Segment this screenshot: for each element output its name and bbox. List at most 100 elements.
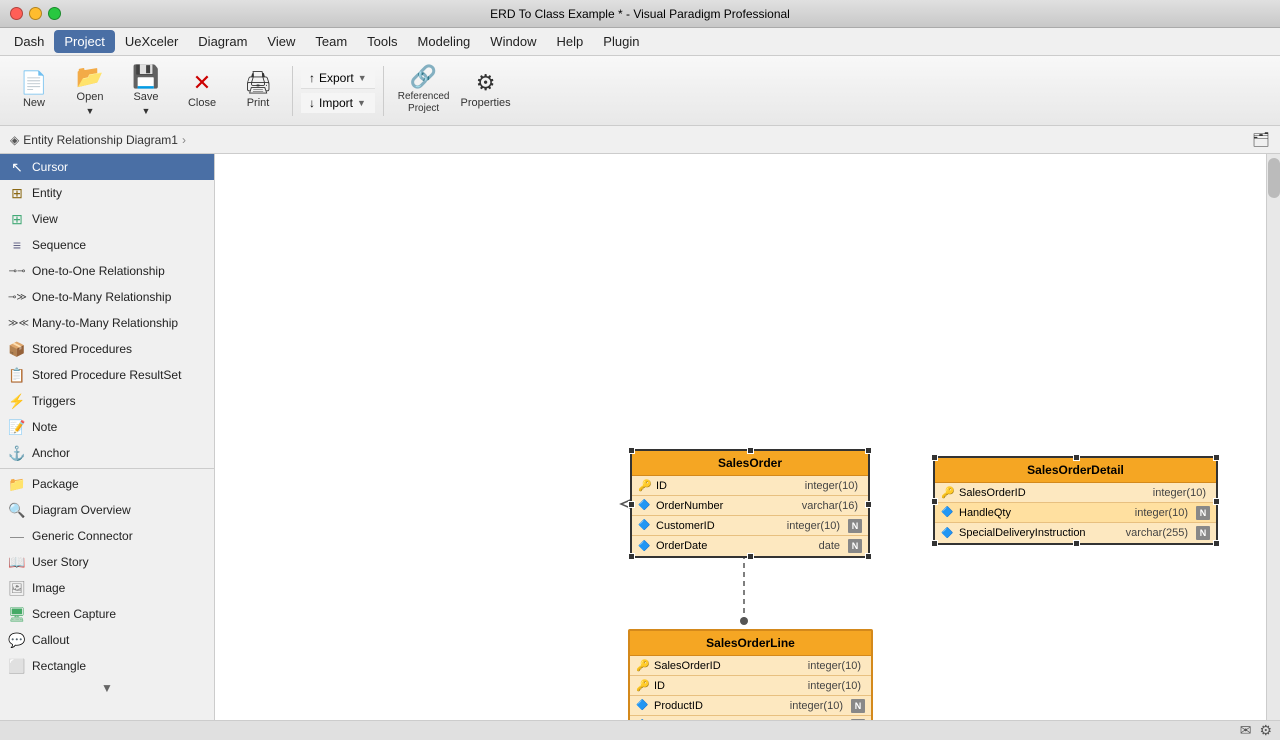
sidebar-item-callout[interactable]: 💬 Callout (0, 627, 214, 653)
open-dropdown-arrow: ▼ (86, 106, 95, 116)
sidebar-item-one-to-one[interactable]: ⊸⊸ One-to-One Relationship (0, 258, 214, 284)
cursor-icon: ↖ (8, 159, 26, 176)
sidebar-item-package[interactable]: 📁 Package (0, 471, 214, 497)
rectangle-icon: ⬜ (8, 658, 26, 675)
statusbar: ✉ ⚙ (0, 720, 1280, 740)
entity-row-sod-id[interactable]: 🔑 SalesOrderID integer(10) (935, 483, 1216, 503)
canvas-scrollbar[interactable] (1266, 154, 1280, 720)
import-button[interactable]: ↓ Import ▼ (301, 93, 375, 113)
entity-row-so-id[interactable]: 🔑 ID integer(10) (632, 476, 868, 496)
open-icon: 📂 (76, 66, 103, 88)
menu-dash[interactable]: Dash (4, 30, 54, 53)
sidebar-item-triggers[interactable]: ⚡ Triggers (0, 388, 214, 414)
sidebar-item-view[interactable]: ⊞ View (0, 206, 214, 232)
menu-view[interactable]: View (257, 30, 305, 53)
entity-row-sol-productid[interactable]: 🔷 ProductID integer(10) N (630, 696, 871, 716)
one-to-one-icon: ⊸⊸ (8, 266, 26, 277)
breadcrumb-separator: › (182, 133, 186, 147)
open-button[interactable]: 📂 Open ▼ (64, 61, 116, 121)
new-button[interactable]: 📄 New (8, 61, 60, 121)
save-icon: 💾 (132, 66, 159, 88)
entity-row-sod-handleqty[interactable]: 🔷 HandleQty integer(10) N (935, 503, 1216, 523)
entity-sales-order[interactable]: SalesOrder 🔑 ID integer(10) 🔷 OrderNumbe… (630, 449, 870, 558)
entity-sales-order-detail[interactable]: SalesOrderDetail 🔑 SalesOrderID integer(… (933, 456, 1218, 545)
handle-sod-tl (931, 454, 938, 461)
sidebar-item-generic-connector[interactable]: — Generic Connector (0, 523, 214, 549)
export-button[interactable]: ↑ Export ▼ (301, 68, 375, 89)
note-icon: 📝 (8, 419, 26, 436)
export-arrow-icon: ▼ (358, 73, 367, 83)
menu-tools[interactable]: Tools (357, 30, 407, 53)
menubar: Dash Project UeXceler Diagram View Team … (0, 28, 1280, 56)
menu-modeling[interactable]: Modeling (408, 30, 481, 53)
maximize-window-button[interactable] (48, 7, 61, 20)
save-dropdown-arrow: ▼ (142, 106, 151, 116)
sidebar-item-stored-procs[interactable]: 📦 Stored Procedures (0, 336, 214, 362)
entity-header-sales-order: SalesOrder (632, 451, 868, 476)
handle-mr (865, 501, 872, 508)
sidebar-item-one-to-many[interactable]: ⊸≫ One-to-Many Relationship (0, 284, 214, 310)
entity-row-so-ordernumber[interactable]: 🔷 OrderNumber varchar(16) (632, 496, 868, 516)
print-button[interactable]: 🖨 Print (232, 61, 284, 121)
menu-diagram[interactable]: Diagram (188, 30, 257, 53)
callout-icon: 💬 (8, 632, 26, 649)
sidebar-item-screen-capture[interactable]: 🖥 Screen Capture (0, 601, 214, 627)
sidebar-scroll-down[interactable]: ▼ (0, 679, 214, 697)
handle-sod-ml (931, 498, 938, 505)
menu-plugin[interactable]: Plugin (593, 30, 649, 53)
stored-proc-result-icon: 📋 (8, 367, 26, 384)
handle-sod-bm (1073, 540, 1080, 547)
sidebar-item-entity[interactable]: ⊞ Entity (0, 180, 214, 206)
sidebar-item-anchor[interactable]: ⚓ Anchor (0, 440, 214, 466)
menu-uexceler[interactable]: UeXceler (115, 30, 188, 53)
sidebar-item-rectangle[interactable]: ⬜ Rectangle (0, 653, 214, 679)
null-badge-sol-productid: N (851, 699, 865, 713)
sidebar-item-many-to-many[interactable]: ≫≪ Many-to-Many Relationship (0, 310, 214, 336)
package-icon: 📁 (8, 476, 26, 493)
canvas[interactable]: SalesOrder 🔑 ID integer(10) 🔷 OrderNumbe… (215, 154, 1280, 720)
minimize-window-button[interactable] (29, 7, 42, 20)
save-button[interactable]: 💾 Save ▼ (120, 61, 172, 121)
sidebar-item-note[interactable]: 📝 Note (0, 414, 214, 440)
referenced-project-button[interactable]: 🔗 ReferencedProject (392, 61, 456, 121)
handle-bm (747, 553, 754, 560)
handle-tm (747, 447, 754, 454)
settings-icon[interactable]: ⚙ (1259, 722, 1272, 739)
sidebar-item-cursor[interactable]: ↖ Cursor (0, 154, 214, 180)
entity-row-so-customerid[interactable]: 🔷 CustomerID integer(10) N (632, 516, 868, 536)
field-icon-sod-2: 🔷 (941, 528, 955, 539)
menu-project[interactable]: Project (54, 30, 114, 53)
sidebar-item-stored-proc-result[interactable]: 📋 Stored Procedure ResultSet (0, 362, 214, 388)
toolbar-separator-1 (292, 66, 293, 116)
close-button[interactable]: ✕ Close (176, 61, 228, 121)
properties-button[interactable]: ⚙ Properties (460, 61, 512, 121)
sidebar-item-user-story[interactable]: 📖 User Story (0, 549, 214, 575)
mail-icon[interactable]: ✉ (1240, 722, 1252, 739)
handle-sod-br (1213, 540, 1220, 547)
entity-row-sol-salesorderid[interactable]: 🔑 SalesOrderID integer(10) (630, 656, 871, 676)
scrollbar-thumb[interactable] (1268, 158, 1280, 198)
entity-row-sol-qty[interactable]: 🔷 Qty integer(10) N (630, 716, 871, 720)
properties-icon: ⚙ (476, 72, 496, 94)
key-icon-sol-2: 🔑 (636, 679, 650, 692)
user-story-icon: 📖 (8, 554, 26, 571)
entity-row-sol-id[interactable]: 🔑 ID integer(10) (630, 676, 871, 696)
close-window-button[interactable] (10, 7, 23, 20)
sidebar-item-image[interactable]: 🖼 Image (0, 575, 214, 601)
sidebar-item-sequence[interactable]: ≡ Sequence (0, 232, 214, 258)
handle-ml (628, 501, 635, 508)
stored-procs-icon: 📦 (8, 341, 26, 358)
screen-capture-icon: 🖥 (8, 606, 26, 623)
menu-team[interactable]: Team (305, 30, 357, 53)
menu-window[interactable]: Window (480, 30, 546, 53)
diagram-overview-icon: 🔍 (8, 502, 26, 519)
entity-header-sod: SalesOrderDetail (935, 458, 1216, 483)
null-badge-so-orderdate: N (848, 539, 862, 553)
export-icon: ↑ (309, 71, 315, 85)
menu-help[interactable]: Help (547, 30, 594, 53)
sidebar-item-diagram-overview[interactable]: 🔍 Diagram Overview (0, 497, 214, 523)
handle-sod-mr (1213, 498, 1220, 505)
handle-tr (865, 447, 872, 454)
toolbar: 📄 New 📂 Open ▼ 💾 Save ▼ ✕ Close 🖨 Print … (0, 56, 1280, 126)
entity-sales-order-line[interactable]: SalesOrderLine 🔑 SalesOrderID integer(10… (628, 629, 873, 720)
